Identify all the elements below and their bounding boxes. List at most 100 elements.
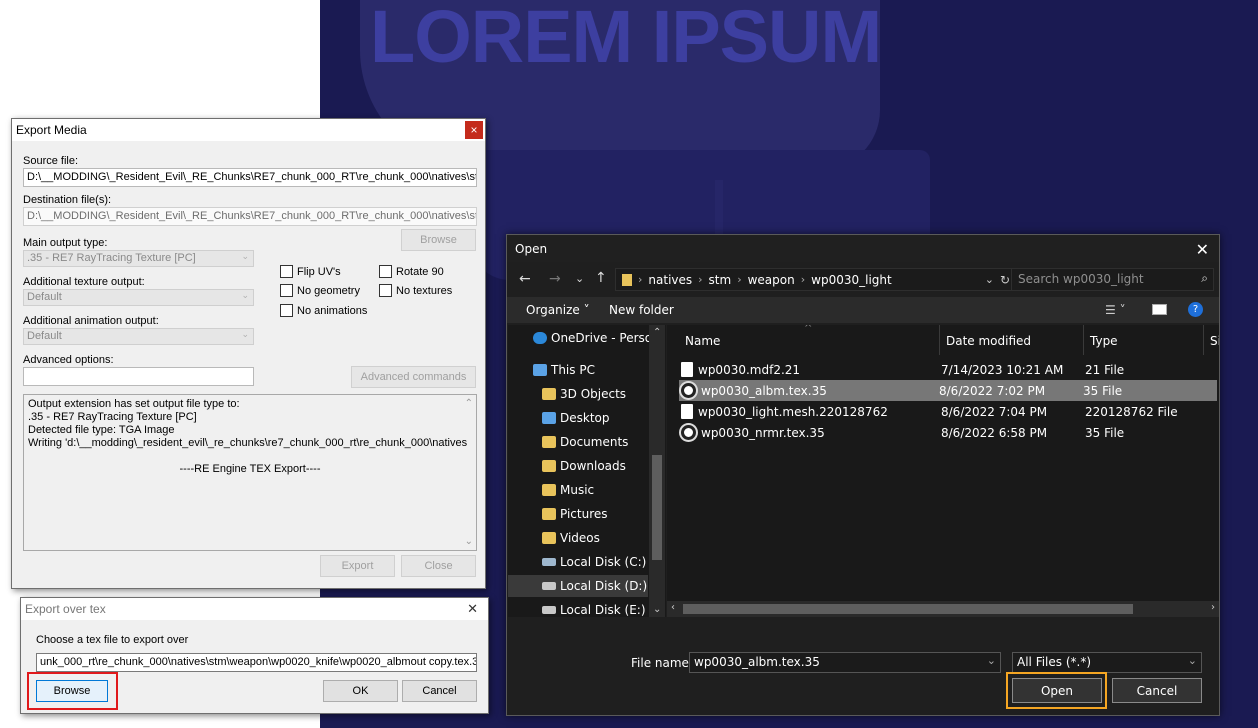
close-dialog-button[interactable]: Close bbox=[401, 555, 476, 577]
rotate-90-label: Rotate 90 bbox=[396, 265, 444, 278]
scroll-down-icon[interactable]: ⌄ bbox=[465, 535, 473, 548]
no-geometry-checkbox[interactable]: No geometry bbox=[280, 284, 360, 297]
background-title: LOREM IPSUM bbox=[370, 0, 882, 78]
breadcrumb-item[interactable]: wp0030_light bbox=[811, 273, 892, 287]
folder-icon bbox=[542, 532, 556, 544]
scrollbar-thumb[interactable] bbox=[652, 455, 662, 560]
checkbox-box[interactable] bbox=[280, 304, 293, 317]
chevron-down-icon[interactable]: ⌄ bbox=[985, 273, 994, 286]
cloud-icon bbox=[533, 332, 547, 344]
no-geometry-label: No geometry bbox=[297, 284, 360, 297]
chevron-down-icon: ⌄ bbox=[241, 251, 249, 261]
column-header-type[interactable]: Type bbox=[1090, 334, 1118, 348]
scroll-down-icon[interactable]: ⌄ bbox=[653, 604, 661, 615]
file-row[interactable]: wp0030_light.mesh.220128762 8/6/2022 7:0… bbox=[681, 401, 1219, 422]
nav-item-downloads[interactable]: Downloads bbox=[542, 455, 626, 477]
source-file-field[interactable]: D:\__MODDING\_Resident_Evil\_RE_Chunks\R… bbox=[23, 168, 477, 187]
scroll-up-icon[interactable]: ⌃ bbox=[465, 397, 473, 410]
file-row[interactable]: wp0030_nrmr.tex.35 8/6/2022 6:58 PM 35 F… bbox=[681, 422, 1219, 443]
nav-item-3d-objects[interactable]: 3D Objects bbox=[542, 383, 626, 405]
nav-item-local-disk-d[interactable]: Local Disk (D:) bbox=[508, 575, 648, 597]
checkbox-box[interactable] bbox=[379, 284, 392, 297]
address-bar[interactable]: › natives › stm › weapon › wp0030_light … bbox=[615, 268, 1015, 291]
export-over-path-field[interactable]: unk_000_rt\re_chunk_000\natives\stm\weap… bbox=[36, 653, 477, 672]
nav-item-local-disk-c[interactable]: Local Disk (C:) bbox=[542, 551, 646, 573]
file-type-select[interactable]: All Files (*.*) ⌄ bbox=[1012, 652, 1202, 673]
refresh-icon[interactable]: ↻ bbox=[1000, 273, 1010, 287]
main-output-value: .35 - RE7 RayTracing Texture [PC] bbox=[27, 252, 196, 264]
nav-item-documents[interactable]: Documents bbox=[542, 431, 628, 453]
column-header-name[interactable]: Name bbox=[685, 334, 720, 348]
chevron-down-icon: ⌄ bbox=[241, 290, 249, 300]
nav-item-videos[interactable]: Videos bbox=[542, 527, 600, 549]
cancel-button[interactable]: Cancel bbox=[402, 680, 477, 702]
close-icon[interactable]: ✕ bbox=[467, 601, 478, 617]
column-header-size[interactable]: Si bbox=[1210, 334, 1219, 348]
advanced-commands-button[interactable]: Advanced commands bbox=[351, 366, 476, 388]
chevron-down-icon[interactable]: ⌄ bbox=[1188, 654, 1197, 667]
breadcrumb-item[interactable]: weapon bbox=[748, 273, 795, 287]
rotate-90-checkbox[interactable]: Rotate 90 bbox=[379, 265, 444, 278]
column-header-date[interactable]: Date modified bbox=[946, 334, 1031, 348]
nav-item-onedrive[interactable]: OneDrive - Person bbox=[533, 327, 660, 349]
log-line: .35 - RE7 RayTracing Texture [PC] bbox=[28, 411, 197, 423]
browse-button[interactable]: Browse bbox=[401, 229, 476, 251]
forward-arrow-icon[interactable]: → bbox=[549, 271, 561, 287]
chevron-down-icon[interactable]: ⌄ bbox=[987, 654, 996, 667]
nav-item-desktop[interactable]: Desktop bbox=[542, 407, 610, 429]
no-textures-checkbox[interactable]: No textures bbox=[379, 284, 452, 297]
file-name-input[interactable]: wp0030_albm.tex.35 ⌄ bbox=[689, 652, 1001, 673]
additional-texture-value: Default bbox=[27, 291, 62, 303]
close-icon[interactable]: ✕ bbox=[1196, 240, 1209, 259]
export-button[interactable]: Export bbox=[320, 555, 395, 577]
organize-button[interactable]: Organize ˅ bbox=[526, 303, 590, 317]
breadcrumb-item[interactable]: natives bbox=[648, 273, 692, 287]
file-row[interactable]: wp0030.mdf2.21 7/14/2023 10:21 AM 21 Fil… bbox=[681, 359, 1219, 380]
breadcrumb-item[interactable]: stm bbox=[709, 273, 732, 287]
nav-item-local-disk-e[interactable]: Local Disk (E:) bbox=[542, 599, 646, 617]
help-icon[interactable]: ? bbox=[1188, 302, 1203, 317]
additional-texture-label: Additional texture output: bbox=[23, 276, 145, 288]
scrollbar-thumb[interactable] bbox=[683, 604, 1133, 614]
scroll-right-icon[interactable]: › bbox=[1211, 602, 1215, 613]
file-name-label: File name: bbox=[631, 656, 693, 670]
main-output-select[interactable]: .35 - RE7 RayTracing Texture [PC] ⌄ bbox=[23, 250, 254, 267]
up-arrow-icon[interactable]: ↑ bbox=[595, 270, 607, 286]
nav-item-this-pc[interactable]: This PC bbox=[533, 359, 595, 381]
cancel-button[interactable]: Cancel bbox=[1112, 678, 1202, 703]
new-folder-button[interactable]: New folder bbox=[609, 303, 674, 317]
checkbox-box[interactable] bbox=[280, 284, 293, 297]
texture-icon bbox=[681, 425, 696, 440]
highlight-box bbox=[1006, 672, 1107, 709]
nav-item-music[interactable]: Music bbox=[542, 479, 594, 501]
scroll-left-icon[interactable]: ‹ bbox=[671, 602, 675, 613]
view-options-icon[interactable]: ☰ ˅ bbox=[1105, 303, 1126, 317]
chevron-down-icon[interactable]: ⌄ bbox=[575, 272, 584, 285]
additional-texture-select[interactable]: Default ⌄ bbox=[23, 289, 254, 306]
folder-icon bbox=[542, 484, 556, 496]
horizontal-scrollbar[interactable]: ‹ › bbox=[667, 601, 1219, 617]
search-input[interactable]: Search wp0030_light ⌕ bbox=[1011, 268, 1214, 291]
destination-file-field[interactable]: D:\__MODDING\_Resident_Evil\_RE_Chunks\R… bbox=[23, 207, 477, 226]
title-bar: Export over tex ✕ bbox=[21, 598, 488, 620]
checkbox-box[interactable] bbox=[280, 265, 293, 278]
back-arrow-icon[interactable]: ← bbox=[519, 271, 531, 287]
navigation-scrollbar[interactable]: ⌃ ⌄ bbox=[649, 325, 665, 617]
nav-item-pictures[interactable]: Pictures bbox=[542, 503, 608, 525]
flip-uvs-checkbox[interactable]: Flip UV's bbox=[280, 265, 341, 278]
destination-file-label: Destination file(s): bbox=[23, 194, 112, 206]
drive-icon bbox=[542, 606, 556, 614]
scroll-up-icon[interactable]: ⌃ bbox=[653, 327, 661, 338]
file-row-selected[interactable]: wp0030_albm.tex.35 8/6/2022 7:02 PM 35 F… bbox=[679, 380, 1217, 401]
log-line: Detected file type: TGA Image bbox=[28, 424, 175, 436]
close-button[interactable]: × bbox=[465, 121, 483, 139]
ok-button[interactable]: OK bbox=[323, 680, 398, 702]
additional-animation-select[interactable]: Default ⌄ bbox=[23, 328, 254, 345]
dialog-title: Open bbox=[515, 241, 548, 256]
export-over-prompt: Choose a tex file to export over bbox=[36, 634, 189, 646]
checkbox-box[interactable] bbox=[379, 265, 392, 278]
no-animations-checkbox[interactable]: No animations bbox=[280, 304, 367, 317]
file-list: Name ^ Date modified Type Si wp0030.mdf2… bbox=[667, 325, 1219, 617]
preview-pane-icon[interactable] bbox=[1152, 304, 1167, 315]
advanced-options-field[interactable] bbox=[23, 367, 254, 386]
